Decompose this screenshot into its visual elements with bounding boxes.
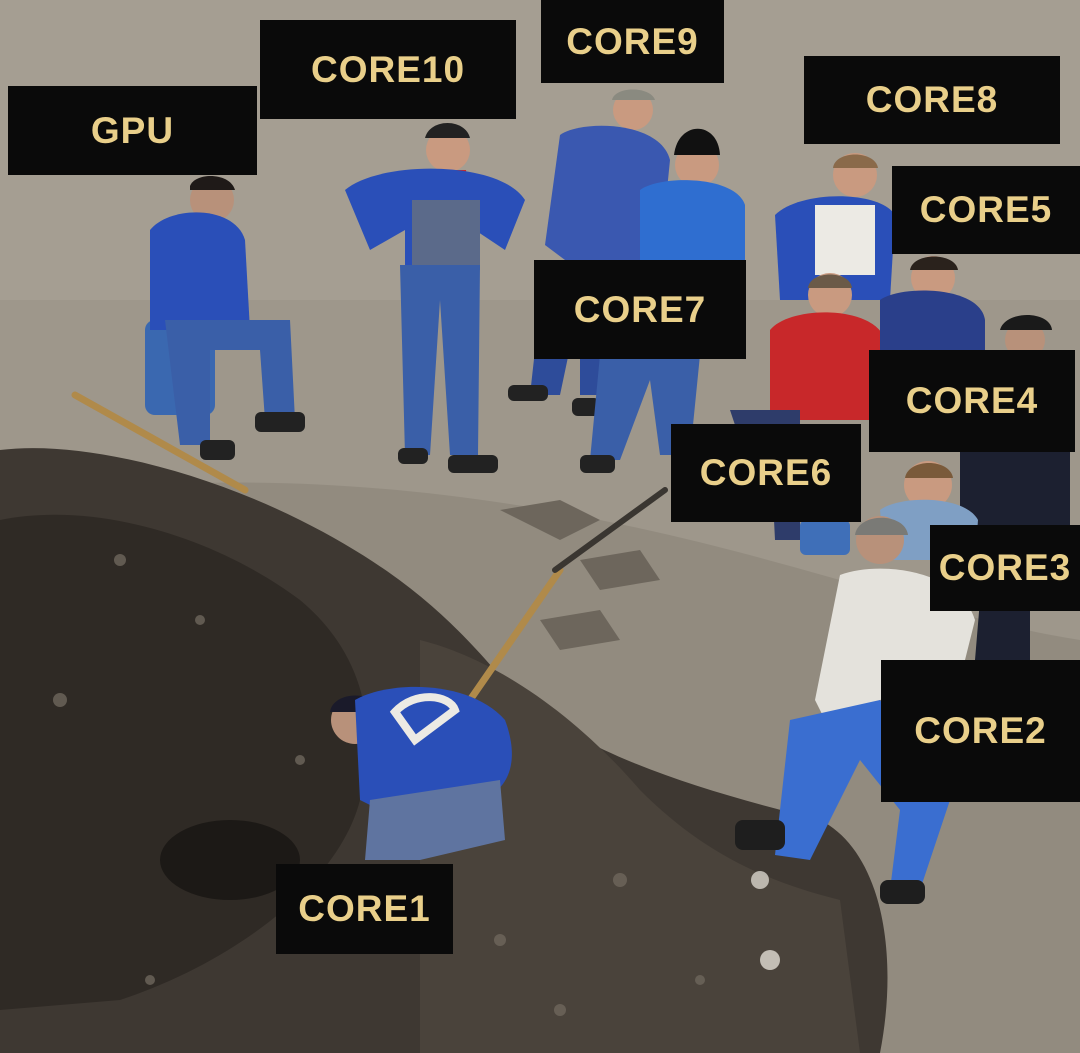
label-core4: CORE4 (869, 350, 1075, 452)
label-gpu: GPU (8, 86, 257, 175)
label-core6: CORE6 (671, 424, 861, 522)
label-core8: CORE8 (804, 56, 1060, 144)
label-core2: CORE2 (881, 660, 1080, 802)
label-core10: CORE10 (260, 20, 516, 119)
meme-photo-scene: GPU CORE10 CORE9 CORE8 CORE5 CORE7 CORE4… (0, 0, 1080, 1053)
label-core1: CORE1 (276, 864, 453, 954)
label-core7: CORE7 (534, 260, 746, 359)
label-core9: CORE9 (541, 0, 724, 83)
label-core3: CORE3 (930, 525, 1080, 611)
label-core5: CORE5 (892, 166, 1080, 254)
